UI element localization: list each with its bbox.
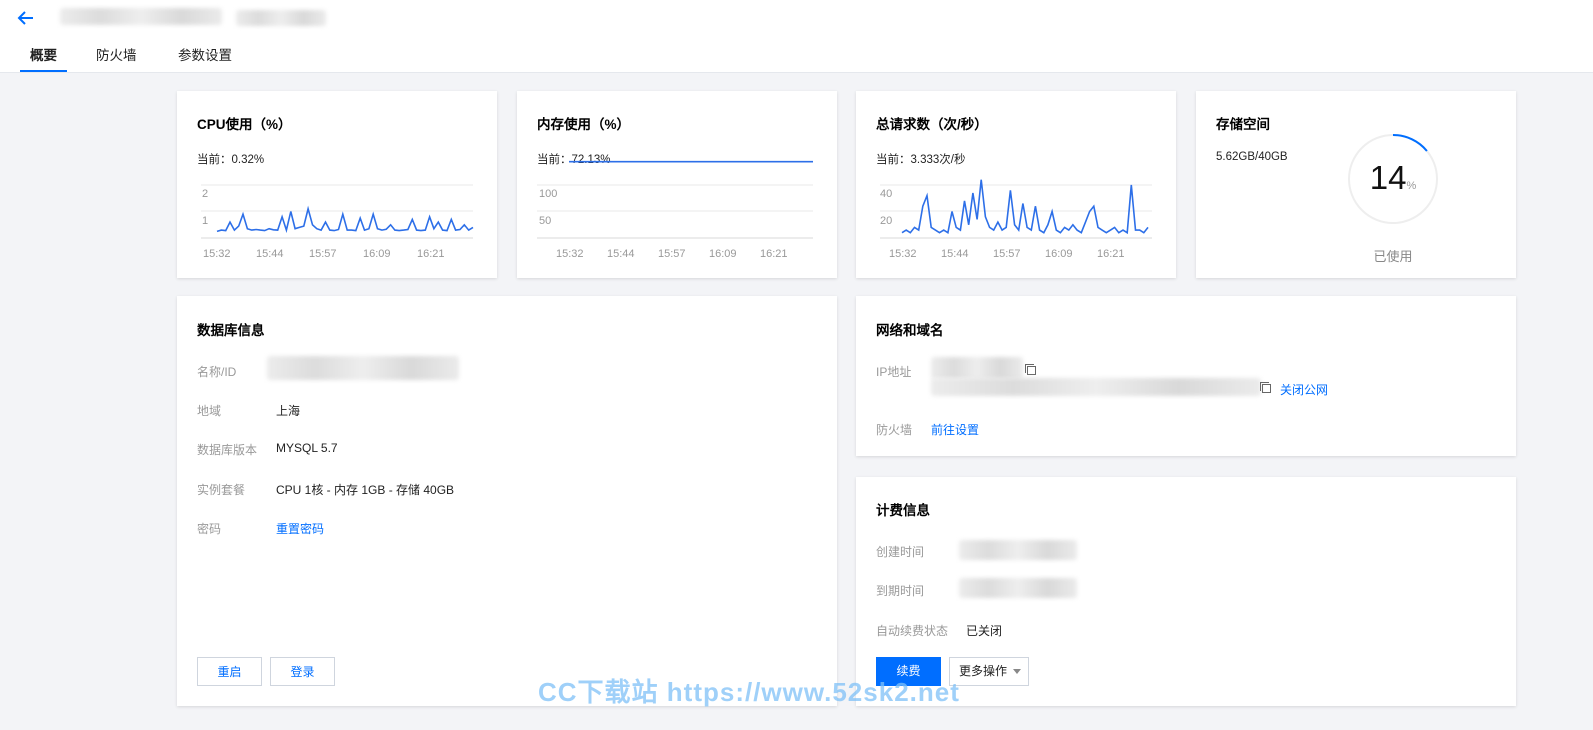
requests-series-line: [901, 179, 1149, 235]
requests-x-tick: 16:09: [1045, 248, 1073, 260]
memory-chart: 100 50 15:32 15:44 15:57 16:09 16:21: [537, 160, 813, 260]
db-name-label: 名称/ID: [197, 365, 237, 379]
cpu-x-tick: 15:57: [309, 248, 337, 260]
auto-renew-label: 自动续费状态: [876, 624, 949, 638]
requests-x-tick: 15:44: [941, 248, 969, 260]
close-public-network-link[interactable]: 关闭公网: [1280, 381, 1328, 398]
copy-icon[interactable]: [1025, 364, 1036, 375]
private-ip-redacted: [931, 357, 1023, 379]
db-version-value: MYSQL 5.7: [276, 441, 338, 455]
firewall-label: 防火墙: [876, 423, 913, 437]
memory-usage-card: 内存使用（%） 当前：72.13% 100 50 15:32 15:44 15:…: [517, 91, 837, 278]
storage-percent-value: 14: [1369, 159, 1407, 196]
network-card: 网络和域名 IP地址 关闭公网 防火墙 前往设置: [856, 296, 1516, 456]
tab-parameters[interactable]: 参数设置: [178, 42, 232, 70]
back-arrow-icon[interactable]: [16, 8, 38, 28]
instance-name-redacted: [60, 8, 222, 25]
db-plan-label: 实例套餐: [197, 483, 246, 497]
public-domain-redacted: [931, 378, 1261, 396]
requests-x-tick: 15:32: [889, 248, 917, 260]
cpu-chart: 2 1 15:32 15:44 15:57 16:09 16:21: [201, 184, 474, 260]
page-header: 概要 防火墙 参数设置: [0, 0, 1593, 73]
db-password-label: 密码: [197, 522, 222, 536]
back-arrow-svg: [17, 11, 33, 25]
storage-ring-arc: [1392, 134, 1428, 152]
db-version-label: 数据库版本: [197, 443, 258, 457]
tab-overview[interactable]: 概要: [20, 42, 67, 72]
storage-percent: 14%: [1348, 159, 1438, 197]
network-title: 网络和域名: [876, 323, 944, 338]
go-settings-link[interactable]: 前往设置: [931, 421, 979, 438]
billing-title: 计费信息: [876, 503, 930, 518]
cpu-usage-card: CPU使用（%） 当前：0.32% 2 1 15:32 15:44 15:57 …: [177, 91, 497, 278]
ip-address-label: IP地址: [876, 365, 912, 379]
db-plan-value: CPU 1核 - 内存 1GB - 存储 40GB: [276, 483, 455, 497]
memory-x-tick: 15:44: [607, 248, 635, 260]
login-button[interactable]: 登录: [270, 657, 335, 686]
more-actions-dropdown[interactable]: 更多操作: [949, 657, 1029, 686]
cpu-series-line: [216, 205, 474, 234]
requests-x-tick: 15:57: [993, 248, 1021, 260]
memory-x-tick: 16:21: [760, 248, 788, 260]
expire-time-label: 到期时间: [876, 584, 925, 598]
db-region-label: 地域: [197, 404, 222, 418]
memory-x-tick: 16:09: [709, 248, 737, 260]
more-actions-label: 更多操作: [959, 664, 1008, 678]
requests-card: 总请求数（次/秒） 当前：3.333次/秒 40 20 15:32 15:44 …: [856, 91, 1176, 278]
restart-button[interactable]: 重启: [197, 657, 262, 686]
storage-percent-unit: %: [1406, 180, 1417, 192]
cpu-x-tick: 16:09: [363, 248, 391, 260]
memory-x-tick: 15:32: [556, 248, 584, 260]
memory-y-tick: 100: [539, 188, 557, 200]
storage-card: 存储空间 5.62GB/40GB 14% 已使用: [1196, 91, 1516, 278]
created-time-label: 创建时间: [876, 545, 925, 559]
cpu-x-tick: 16:21: [417, 248, 445, 260]
watermark: CC下载站 https://www.52sk2.net: [538, 677, 960, 707]
caret-down-icon: [1013, 669, 1022, 675]
cpu-x-tick: 15:32: [203, 248, 231, 260]
requests-y-tick: 20: [880, 215, 892, 227]
requests-y-tick: 40: [880, 188, 892, 200]
tab-firewall[interactable]: 防火墙: [96, 42, 137, 70]
cpu-y-tick: 1: [202, 215, 208, 227]
db-region-value: 上海: [276, 404, 301, 418]
db-info-title: 数据库信息: [197, 323, 265, 338]
requests-x-tick: 16:21: [1097, 248, 1125, 260]
cpu-y-tick: 2: [202, 188, 208, 200]
memory-y-tick: 50: [539, 215, 551, 227]
reset-password-link[interactable]: 重置密码: [276, 520, 324, 537]
memory-x-tick: 15:57: [658, 248, 686, 260]
database-info-card: 数据库信息 名称/ID 地域 上海 数据库版本 MYSQL 5.7 实例套餐 C…: [177, 296, 837, 706]
expire-time-redacted: [959, 578, 1077, 598]
requests-chart: 40 20 15:32 15:44 15:57 16:09 16:21: [880, 179, 1152, 260]
created-time-redacted: [959, 540, 1077, 560]
storage-used-label: 已使用: [1373, 249, 1413, 264]
auto-renew-value: 已关闭: [966, 624, 1003, 638]
cpu-x-tick: 15:44: [256, 248, 284, 260]
db-name-redacted: [267, 356, 459, 380]
instance-id-redacted: [236, 10, 326, 26]
copy-icon[interactable]: [1260, 382, 1271, 393]
